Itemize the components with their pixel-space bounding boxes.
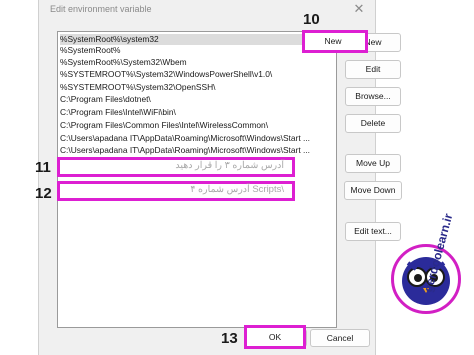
- move-down-button[interactable]: Move Down: [344, 181, 402, 200]
- path-entries-list[interactable]: %SystemRoot%\system32 %SystemRoot% %Syst…: [57, 31, 337, 328]
- edit-text-button[interactable]: Edit text...: [345, 222, 401, 241]
- step-13-label: 13: [221, 330, 238, 347]
- browse-button[interactable]: Browse...: [345, 87, 401, 106]
- list-item[interactable]: C:\Program Files\Common Files\Intel\Wire…: [60, 120, 334, 131]
- list-item[interactable]: %SystemRoot%\system32: [60, 34, 334, 45]
- edit-button[interactable]: Edit: [345, 60, 401, 79]
- edit-env-variable-dialog: Edit environment variable ✕ %SystemRoot%…: [38, 0, 402, 355]
- step-10-label: 10: [303, 11, 320, 28]
- close-icon[interactable]: ✕: [351, 1, 367, 17]
- ok-button-label[interactable]: OK: [246, 329, 304, 345]
- list-item[interactable]: %SystemRoot%: [60, 45, 334, 56]
- list-item[interactable]: C:\Users\apadana IT\AppData\Roaming\Micr…: [60, 133, 334, 144]
- list-item[interactable]: C:\Program Files\dotnet\: [60, 94, 334, 105]
- list-item[interactable]: %SYSTEMROOT%\System32\OpenSSH\: [60, 82, 334, 93]
- list-item[interactable]: %SystemRoot%\System32\Wbem: [60, 57, 334, 68]
- title-bar: Edit environment variable ✕: [39, 0, 375, 20]
- step-12-label: 12: [35, 185, 52, 202]
- delete-button[interactable]: Delete: [345, 114, 401, 133]
- entry-12-highlight[interactable]: \Scripts آدرس شماره ۴: [57, 181, 295, 201]
- list-item[interactable]: C:\Program Files\Intel\WiFi\bin\: [60, 107, 334, 118]
- list-item[interactable]: %SYSTEMROOT%\System32\WindowsPowerShell\…: [60, 69, 334, 80]
- step-11-label: 11: [35, 159, 51, 176]
- list-item[interactable]: C:\Users\apadana IT\AppData\Roaming\Micr…: [60, 145, 334, 156]
- window-title: Edit environment variable: [50, 4, 152, 14]
- entry-11-text: آدرس شماره ۳ را قرار دهید: [175, 160, 284, 171]
- move-up-button[interactable]: Move Up: [345, 154, 401, 173]
- new-button-label[interactable]: New: [306, 33, 360, 50]
- entry-12-text: \Scripts آدرس شماره ۴: [190, 184, 284, 195]
- entry-11-highlight[interactable]: آدرس شماره ۳ را قرار دهید: [57, 157, 295, 177]
- cancel-button[interactable]: Cancel: [310, 329, 370, 347]
